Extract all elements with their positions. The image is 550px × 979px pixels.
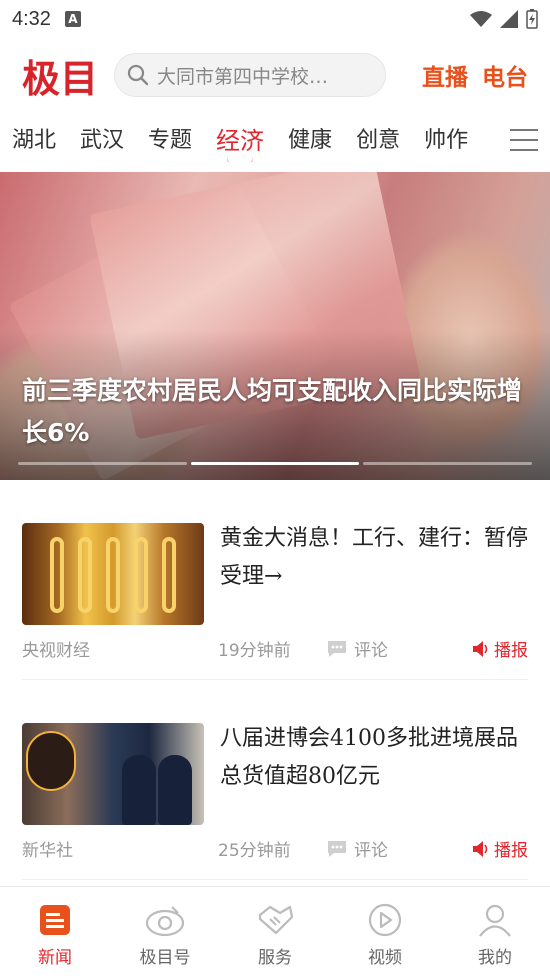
header-links: 直播 电台: [422, 58, 528, 92]
broadcast-label: 播报: [494, 641, 528, 661]
nav-label: 我的: [478, 948, 512, 968]
officer-shape: [122, 755, 156, 825]
hero-page-indicator: [18, 462, 187, 465]
news-title: 黄金大消息！工行、建行：暂停受理→: [220, 526, 529, 589]
comment-label: 评论: [354, 841, 388, 861]
bracelet-shape: [162, 537, 176, 613]
wifi-icon: [470, 11, 492, 27]
notification-a-icon: A: [64, 11, 81, 27]
nav-profile[interactable]: 我的: [440, 887, 550, 979]
battery-icon: [526, 9, 538, 29]
nav-label: 新闻: [38, 948, 72, 968]
play-circle-icon: [368, 903, 402, 937]
radio-button[interactable]: 电台: [482, 58, 528, 92]
news-thumbnail: [22, 523, 204, 625]
status-bar: 4:32 A: [0, 0, 550, 38]
search-bar[interactable]: 大同市第四中学校…: [114, 53, 386, 97]
tab-economy[interactable]: 经济: [216, 121, 264, 162]
tab-special[interactable]: 专题: [148, 122, 192, 160]
tab-hubei[interactable]: 湖北: [12, 122, 56, 160]
bracelet-shape: [50, 537, 64, 613]
list-item[interactable]: 黄金大消息！工行、建行：暂停受理→ 央视财经 19分钟前 评论 播报: [22, 480, 528, 680]
tab-shuaizuo[interactable]: 帅作: [424, 122, 468, 160]
channel-tabs: 湖北 武汉 专题 经济 健康 创意 帅作: [0, 112, 550, 170]
tab-health[interactable]: 健康: [288, 122, 332, 160]
broadcast-button[interactable]: 播报: [472, 836, 528, 861]
signal-icon: [500, 10, 518, 28]
app-header: 极目 大同市第四中学校… 直播 电台: [0, 40, 550, 110]
app-logo: 极目: [22, 55, 99, 101]
bracelet-shape: [134, 537, 148, 613]
tab-wuhan[interactable]: 武汉: [80, 122, 124, 160]
comment-button[interactable]: 评论: [326, 636, 388, 661]
news-meta: 新华社 25分钟前 评论 播报: [22, 836, 528, 861]
jimu-account-icon: [145, 906, 185, 937]
nav-jimu-account[interactable]: 极目号: [110, 887, 220, 979]
channel-menu-icon[interactable]: [510, 126, 538, 154]
speaker-icon: [473, 840, 488, 857]
search-icon: [127, 64, 149, 86]
news-thumbnail: [22, 723, 204, 825]
comment-icon: [328, 840, 346, 857]
nav-label: 视频: [368, 948, 402, 968]
tabs-fade: [478, 112, 508, 170]
bottom-nav: 新闻 极目号 服务 视频 我的: [0, 886, 550, 979]
status-icons: [470, 9, 538, 29]
app-screen: 4:32 A 极目 大同市第四中学校… 直播 电台 湖北 武汉 专题 经济 健康…: [0, 0, 550, 979]
status-time: 4:32: [12, 7, 51, 30]
list-item[interactable]: 八届进博会4100多批进境展品总货值超80亿元 新华社 25分钟前 评论 播报: [22, 680, 528, 880]
news-title: 八届进博会4100多批进境展品总货值超80亿元: [220, 726, 518, 789]
comment-icon: [328, 640, 346, 657]
bracelet-shape: [78, 537, 92, 613]
expo-sign-shape: [26, 731, 76, 791]
channel-tab-list: 湖北 武汉 专题 经济 健康 创意 帅作: [0, 121, 504, 162]
comment-label: 评论: [354, 641, 388, 661]
nav-news[interactable]: 新闻: [0, 887, 110, 979]
nav-label: 服务: [258, 948, 292, 968]
news-icon: [40, 905, 70, 935]
hero-banner[interactable]: 前三季度农村居民人均可支配收入同比实际增长6%: [0, 172, 550, 480]
hero-page-indicator: [363, 462, 533, 465]
bracelet-shape: [106, 537, 120, 613]
speaker-icon: [473, 640, 488, 657]
hero-title: 前三季度农村居民人均可支配收入同比实际增长6%: [22, 376, 523, 447]
nav-service[interactable]: 服务: [220, 887, 330, 979]
live-button[interactable]: 直播: [422, 58, 468, 92]
user-icon: [479, 904, 511, 937]
broadcast-button[interactable]: 播报: [472, 636, 528, 661]
news-list: 黄金大消息！工行、建行：暂停受理→ 央视财经 19分钟前 评论 播报 八届进博会…: [0, 480, 550, 880]
officer-shape: [158, 755, 192, 825]
news-time: 25分钟前: [218, 841, 291, 861]
handshake-icon: [258, 905, 294, 935]
hero-pagination: [18, 462, 533, 465]
search-placeholder: 大同市第四中学校…: [157, 65, 329, 88]
news-source: 新华社: [22, 841, 73, 861]
news-source: 央视财经: [22, 641, 90, 661]
news-meta: 央视财经 19分钟前 评论 播报: [22, 636, 528, 661]
comment-button[interactable]: 评论: [326, 836, 388, 861]
hero-page-indicator-active: [190, 462, 360, 465]
nav-label: 极目号: [139, 948, 191, 968]
broadcast-label: 播报: [494, 841, 528, 861]
tab-creative[interactable]: 创意: [356, 122, 400, 160]
news-time: 19分钟前: [218, 641, 291, 661]
nav-video[interactable]: 视频: [330, 887, 440, 979]
